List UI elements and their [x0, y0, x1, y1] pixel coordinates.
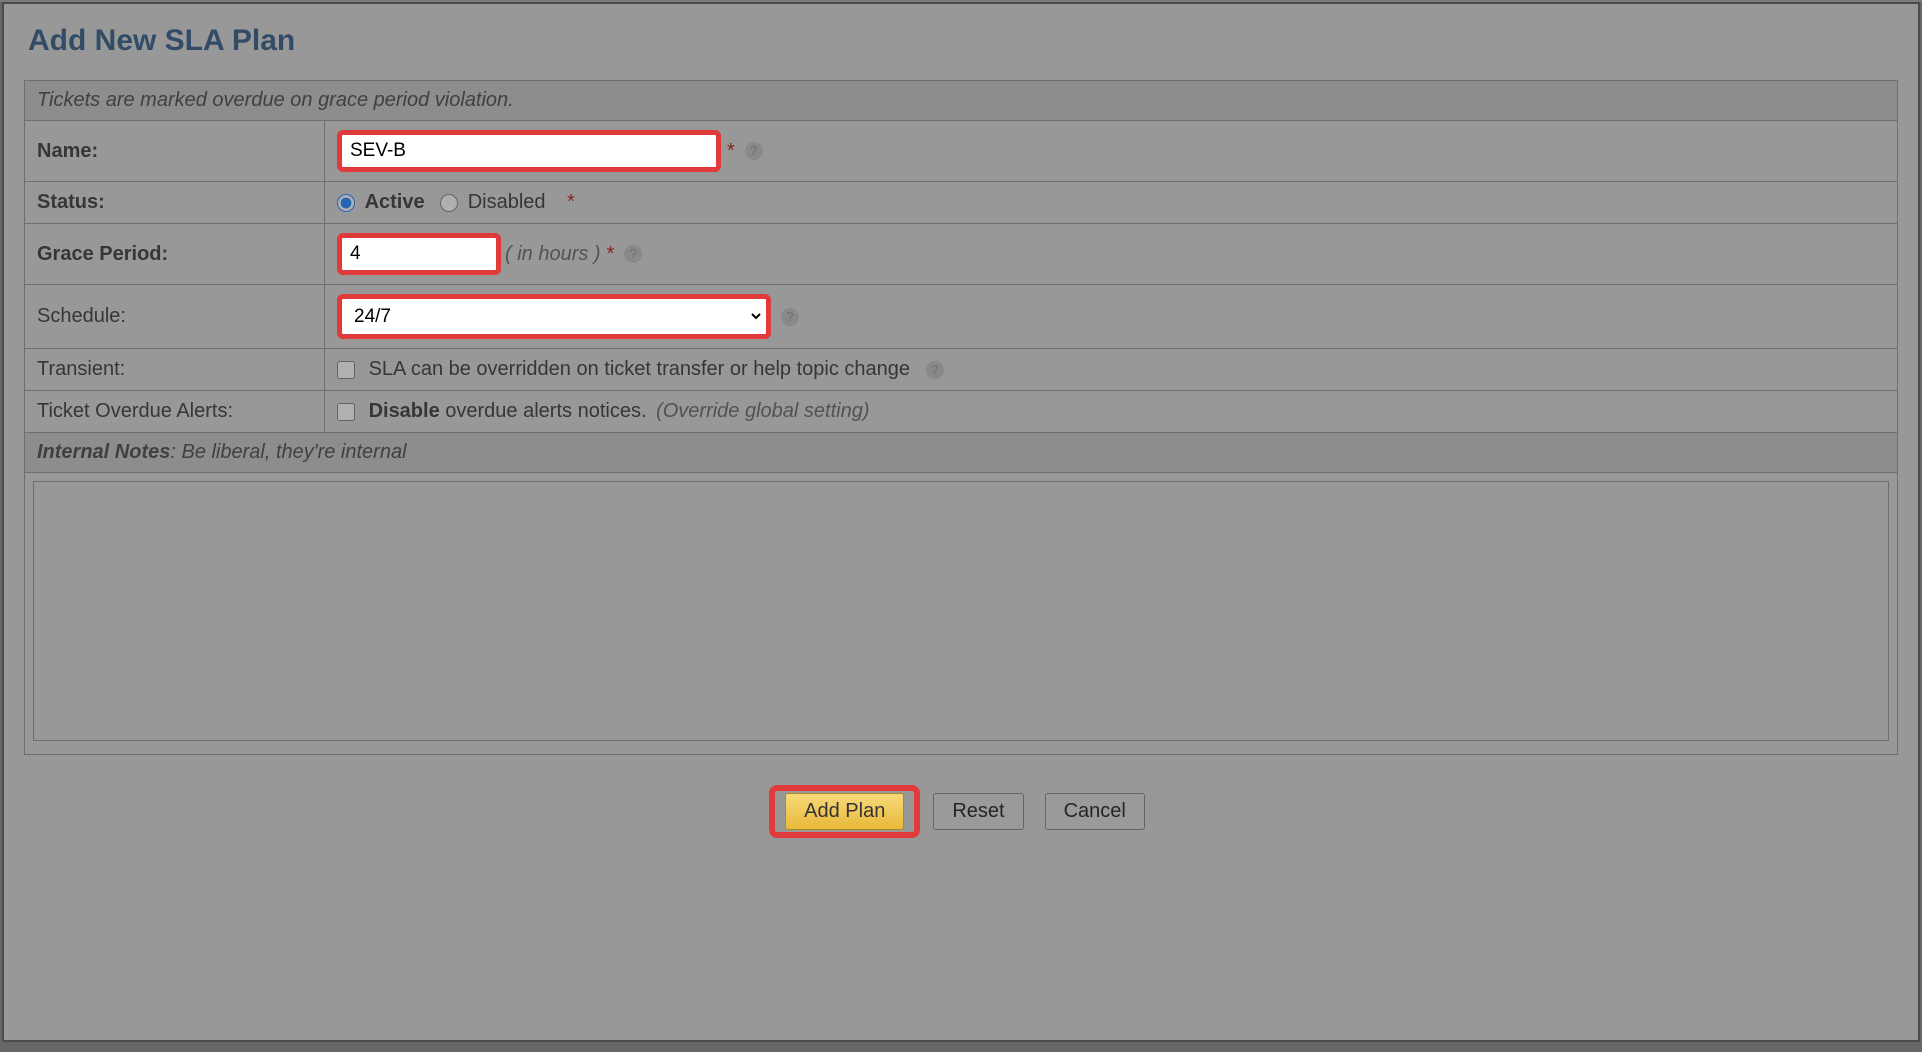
schedule-label: Schedule: [25, 285, 325, 349]
overdue-alerts-label: Ticket Overdue Alerts: [25, 391, 325, 433]
schedule-cell: 24/7 ? [325, 285, 1898, 349]
row-transient: Transient: SLA can be overridden on tick… [25, 349, 1898, 391]
help-icon[interactable]: ? [745, 142, 763, 160]
help-icon[interactable]: ? [926, 361, 944, 379]
transient-option[interactable]: SLA can be overridden on ticket transfer… [337, 358, 916, 380]
help-icon[interactable]: ? [781, 308, 799, 326]
page-title: Add New SLA Plan [24, 24, 1898, 58]
required-marker: * [607, 243, 615, 266]
add-plan-highlight: Add Plan [769, 785, 920, 838]
notes-header-row: Internal Notes: Be liberal, they're inte… [25, 433, 1898, 473]
notes-textarea[interactable] [33, 481, 1889, 741]
grace-period-highlight [337, 233, 501, 275]
grace-period-input[interactable] [344, 240, 494, 268]
grace-period-cell: ( in hours ) * ? [325, 224, 1898, 285]
overdue-alerts-bold: Disable [369, 400, 440, 422]
button-row: Add Plan Reset Cancel [24, 785, 1898, 838]
notes-header-cell: Internal Notes: Be liberal, they're inte… [25, 433, 1898, 473]
status-active-radio[interactable] [337, 194, 355, 212]
grace-period-hint: ( in hours ) [505, 243, 601, 266]
add-plan-button[interactable]: Add Plan [785, 793, 904, 830]
page-container: Add New SLA Plan Tickets are marked over… [2, 2, 1920, 1042]
overdue-alerts-suffix: (Override global setting) [656, 400, 869, 422]
name-label: Name: [25, 121, 325, 182]
status-disabled-radio[interactable] [440, 194, 458, 212]
row-grace-period: Grace Period: ( in hours ) * ? [25, 224, 1898, 285]
notes-label: Internal Notes [37, 441, 170, 463]
status-disabled-option[interactable]: Disabled [440, 191, 551, 213]
status-disabled-label: Disabled [468, 191, 546, 213]
status-cell: Active Disabled * [325, 182, 1898, 224]
notes-body-cell [25, 473, 1898, 755]
row-status: Status: Active Disabled * [25, 182, 1898, 224]
help-icon[interactable]: ? [624, 245, 642, 263]
overdue-alerts-text: overdue alerts notices. [440, 400, 652, 422]
schedule-select[interactable]: 24/7 [344, 301, 764, 332]
schedule-highlight: 24/7 [337, 294, 771, 339]
status-active-label: Active [365, 191, 425, 213]
reset-button[interactable]: Reset [933, 793, 1023, 830]
name-highlight [337, 130, 721, 172]
transient-text: SLA can be overridden on ticket transfer… [369, 358, 910, 380]
row-schedule: Schedule: 24/7 ? [25, 285, 1898, 349]
row-overdue-alerts: Ticket Overdue Alerts: Disable overdue a… [25, 391, 1898, 433]
status-label: Status: [25, 182, 325, 224]
form-header-row: Tickets are marked overdue on grace peri… [25, 81, 1898, 121]
overdue-alerts-checkbox[interactable] [337, 403, 355, 421]
name-input[interactable] [344, 137, 714, 165]
overdue-alerts-cell: Disable overdue alerts notices. (Overrid… [325, 391, 1898, 433]
sla-form-table: Tickets are marked overdue on grace peri… [24, 80, 1898, 755]
row-name: Name: * ? [25, 121, 1898, 182]
notes-suffix: : Be liberal, they're internal [170, 441, 406, 463]
form-header-note: Tickets are marked overdue on grace peri… [25, 81, 1898, 121]
notes-body-row [25, 473, 1898, 755]
grace-period-label: Grace Period: [25, 224, 325, 285]
required-marker: * [567, 191, 575, 213]
overdue-alerts-option[interactable]: Disable overdue alerts notices. (Overrid… [337, 400, 870, 422]
cancel-button[interactable]: Cancel [1045, 793, 1145, 830]
name-cell: * ? [325, 121, 1898, 182]
transient-label: Transient: [25, 349, 325, 391]
required-marker: * [727, 140, 735, 163]
status-active-option[interactable]: Active [337, 191, 430, 213]
transient-cell: SLA can be overridden on ticket transfer… [325, 349, 1898, 391]
transient-checkbox[interactable] [337, 361, 355, 379]
